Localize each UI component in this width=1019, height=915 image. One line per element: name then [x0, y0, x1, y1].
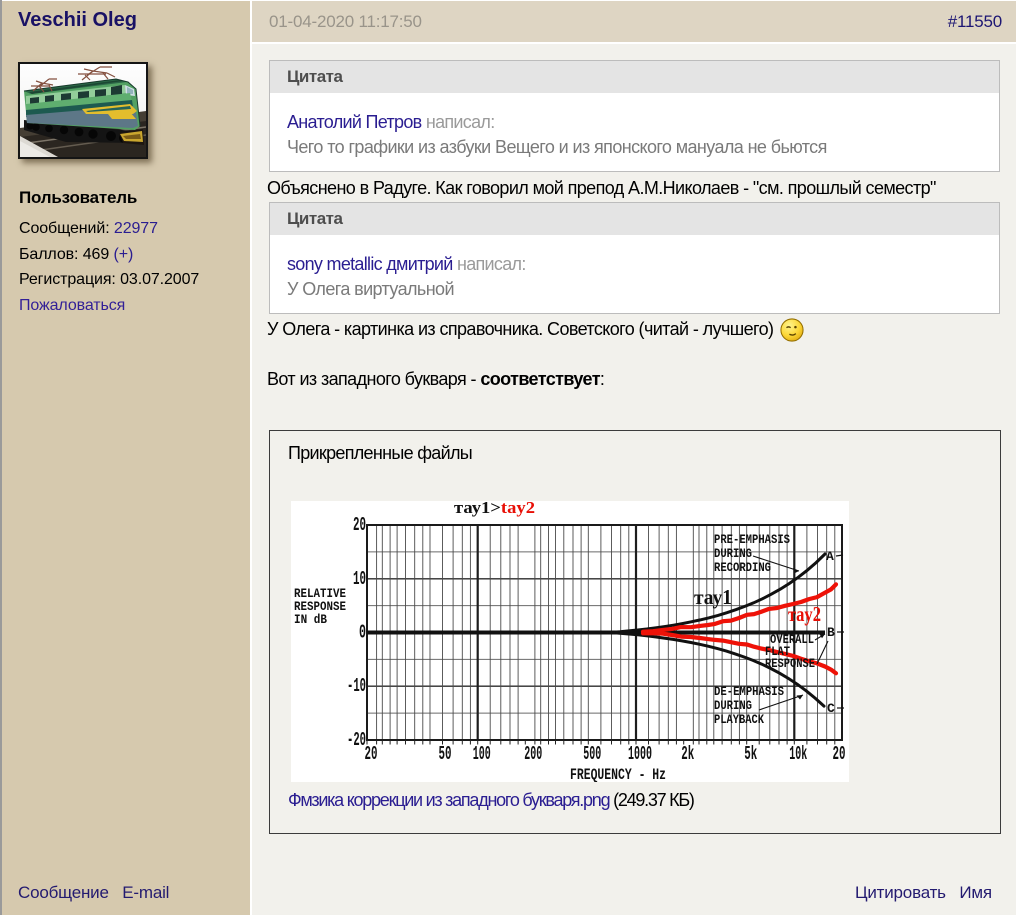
- svg-text:100: 100: [473, 743, 491, 765]
- svg-text:50: 50: [439, 743, 452, 765]
- svg-text:DURING: DURING: [714, 547, 752, 561]
- svg-text:тау1>tay2: тау1>tay2: [454, 501, 535, 517]
- svg-text:A: A: [826, 549, 834, 564]
- svg-text:тaу2: тaу2: [788, 602, 821, 626]
- svg-text:RECORDING: RECORDING: [714, 561, 771, 575]
- svg-text:0: 0: [359, 622, 366, 644]
- svg-text:1000: 1000: [628, 743, 652, 765]
- svg-text:PRE-EMPHASIS: PRE-EMPHASIS: [714, 533, 790, 547]
- svg-text:FREQUENCY - Hz: FREQUENCY - Hz: [570, 766, 666, 782]
- svg-text:IN dB: IN dB: [294, 612, 327, 627]
- svg-text:DURING: DURING: [714, 699, 752, 713]
- svg-text:500: 500: [583, 743, 601, 765]
- svg-text:20: 20: [365, 743, 378, 765]
- svg-text:DE-EMPHASIS: DE-EMPHASIS: [714, 685, 784, 699]
- svg-text:-20: -20: [347, 729, 366, 751]
- svg-text:C: C: [827, 701, 835, 716]
- svg-text:20: 20: [833, 743, 846, 765]
- svg-text:20: 20: [353, 514, 366, 536]
- svg-text:B: B: [827, 625, 835, 640]
- svg-text:10k: 10k: [789, 743, 807, 765]
- svg-text:RESPONSE: RESPONSE: [765, 657, 815, 671]
- svg-text:5k: 5k: [744, 743, 757, 765]
- svg-text:200: 200: [524, 743, 542, 765]
- svg-text:PLAYBACK: PLAYBACK: [714, 713, 764, 727]
- svg-text:-10: -10: [347, 675, 366, 697]
- svg-text:10: 10: [353, 568, 366, 590]
- svg-text:2k: 2k: [681, 743, 694, 765]
- svg-text:тау1: тау1: [694, 585, 732, 609]
